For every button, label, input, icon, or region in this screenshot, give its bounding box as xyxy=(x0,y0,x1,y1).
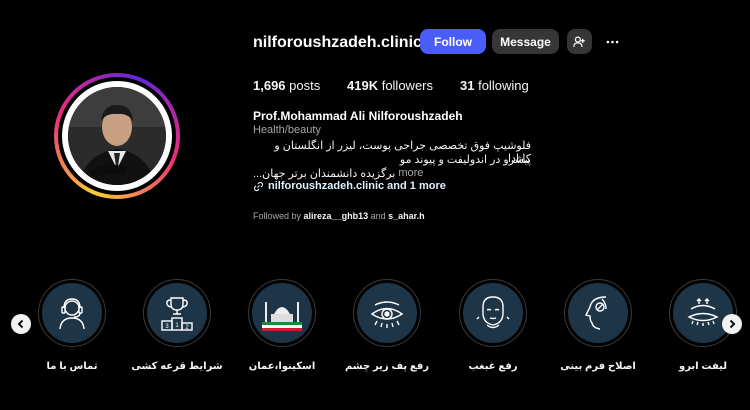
followers-stat[interactable]: 419K followers xyxy=(347,78,433,93)
profile-link-text[interactable]: nilforoushzadeh.clinic and 1 more xyxy=(268,180,446,192)
following-stat[interactable]: 31 following xyxy=(460,78,529,93)
avatar[interactable] xyxy=(68,87,166,185)
highlight-cover xyxy=(669,279,737,347)
person-portrait-icon xyxy=(68,87,166,185)
profile-links[interactable]: nilforoushzadeh.clinic and 1 more xyxy=(253,180,446,192)
eye-icon xyxy=(370,301,404,328)
highlight-cover-fill xyxy=(42,283,102,343)
followers-count: 419K xyxy=(347,78,379,93)
profile-category: Health/beauty xyxy=(253,124,321,136)
highlight-cover-fill xyxy=(463,283,523,343)
highlight-cover-fill xyxy=(568,283,628,343)
highlight-item[interactable]: رفع غبغب xyxy=(459,279,527,372)
suggested-accounts-button[interactable] xyxy=(567,29,592,54)
eyebrow-lift-icon xyxy=(687,298,719,326)
nose-profile-icon xyxy=(584,296,607,330)
bio-line: پیشرو در اندولیفت و پیوند مو xyxy=(399,154,531,166)
followed-by[interactable]: Followed by alireza__ghb13 and s_ahar.h xyxy=(253,211,425,221)
highlight-item[interactable]: تماس با ما xyxy=(38,279,106,372)
chevron-left-icon xyxy=(17,319,24,329)
highlight-label: شرایط قرعه کشی xyxy=(131,361,223,372)
highlight-label: رفع پف زیر چشم xyxy=(344,361,430,372)
followed-by-user[interactable]: s_ahar.h xyxy=(388,211,425,221)
follow-button[interactable]: Follow xyxy=(420,29,486,54)
add-person-icon xyxy=(573,36,585,47)
posts-label: posts xyxy=(289,78,321,93)
bio-more-link[interactable]: more xyxy=(398,167,423,180)
face-chin-icon xyxy=(476,296,510,329)
highlight-cover-fill xyxy=(673,283,733,343)
bio-line: برگزیده دانشمندان برتر جهان... xyxy=(253,168,396,180)
posts-stat: 1,696 posts xyxy=(253,78,320,93)
profile-username: nilforoushzadeh.clinic xyxy=(253,34,422,51)
svg-text:1: 1 xyxy=(175,323,179,329)
followers-label: followers xyxy=(381,78,433,93)
chevron-right-icon xyxy=(729,319,736,329)
highlight-cover-fill: 1 3 2 xyxy=(147,283,207,343)
highlight-cover xyxy=(459,279,527,347)
highlight-item[interactable]: 1 3 2 شرایط قرعه کشی xyxy=(131,279,223,372)
posts-count: 1,696 xyxy=(253,78,286,93)
svg-text:3: 3 xyxy=(165,324,169,330)
highlight-label: لیفت ابرو xyxy=(678,361,728,372)
followed-by-and: and xyxy=(370,211,386,221)
profile-full-name: Prof.Mohammad Ali Nilforoushzadeh xyxy=(253,109,463,123)
highlight-label: تماس با ما xyxy=(46,361,98,372)
highlight-item[interactable]: رفع پف زیر چشم xyxy=(345,279,429,372)
highlight-item[interactable]: لیفت ابرو xyxy=(669,279,737,372)
highlight-cover xyxy=(564,279,632,347)
woman-headset-icon xyxy=(59,298,85,330)
more-options-button[interactable] xyxy=(600,29,625,54)
highlight-cover-fill xyxy=(357,283,417,343)
trophy-podium-icon: 1 3 2 xyxy=(161,297,193,331)
avatar-gap xyxy=(58,77,176,195)
more-dots-icon xyxy=(606,40,619,43)
highlight-cover xyxy=(353,279,421,347)
message-button[interactable]: Message xyxy=(492,29,559,54)
highlight-label: اسکینوا،عمان xyxy=(248,361,316,372)
avatar-white-ring xyxy=(62,81,172,191)
highlight-cover: 1 3 2 xyxy=(143,279,211,347)
highlight-item[interactable]: اصلاح فرم بینی xyxy=(560,279,636,372)
followed-by-prefix: Followed by xyxy=(253,211,302,221)
bio-last-line: برگزیده دانشمندان برتر جهان... more xyxy=(253,167,423,180)
following-label: following xyxy=(478,78,529,93)
link-icon xyxy=(253,181,264,191)
highlight-label: اصلاح فرم بینی xyxy=(560,361,636,372)
highlight-cover-fill xyxy=(252,283,312,343)
highlights-next-button[interactable] xyxy=(722,314,742,334)
highlight-item[interactable]: اسکینوا،عمان xyxy=(248,279,316,372)
highlight-cover xyxy=(38,279,106,347)
highlights-prev-button[interactable] xyxy=(11,314,31,334)
highlight-label: رفع غبغب xyxy=(468,361,518,372)
followed-by-user[interactable]: alireza__ghb13 xyxy=(304,211,369,221)
following-count: 31 xyxy=(460,78,475,93)
mosque-skyline-icon xyxy=(262,302,302,331)
profile-avatar-ring[interactable] xyxy=(54,73,180,199)
highlight-cover xyxy=(248,279,316,347)
